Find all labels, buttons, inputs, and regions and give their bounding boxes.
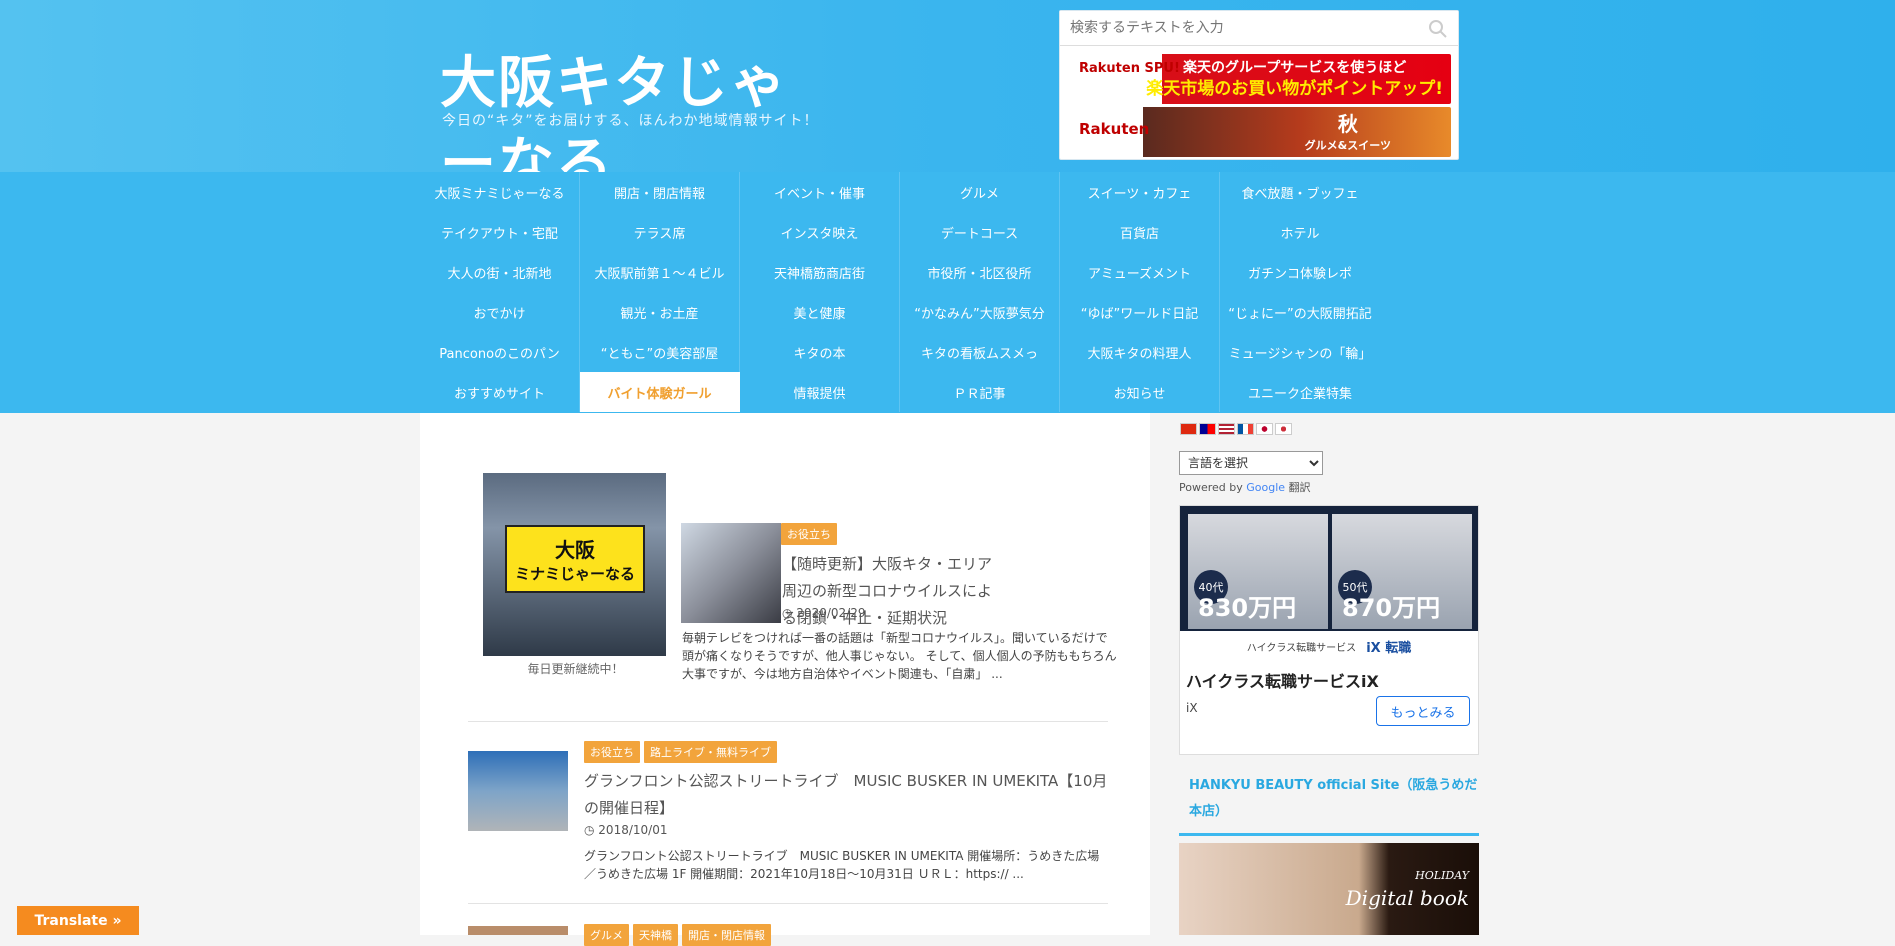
nav-item[interactable]: おでかけ: [420, 292, 580, 332]
site-logo[interactable]: 大阪キタじゃーなる 今日の“キタ”をお届けする、ほんわか地域情報サイト！: [440, 18, 840, 197]
ad-panel-40s: 40代 830万円: [1188, 514, 1328, 629]
nav-item[interactable]: 百貨店: [1060, 212, 1220, 252]
post-item: グルメ 天神橋 開店・閉店情報: [420, 413, 1150, 946]
advertisement[interactable]: 40代 830万円 50代 870万円 ハイクラス転職サービス iX 転職 ハイ…: [1179, 505, 1479, 755]
nav-item[interactable]: グルメ: [900, 172, 1060, 212]
nav-item[interactable]: “かなみん”大阪夢気分: [900, 292, 1060, 332]
post-thumbnail[interactable]: [468, 926, 568, 935]
search-input[interactable]: [1060, 11, 1458, 46]
main-content: 大阪 ミナミじゃーなる 毎日更新継続中！ お役立ち 【随時更新】大阪キタ・エリア…: [420, 413, 1150, 946]
sidebar: 言語を選択 Powered by Google 翻訳 40代 830万円 50代…: [1170, 413, 1480, 935]
nav-item[interactable]: キタの本: [740, 332, 900, 372]
nav-item[interactable]: おすすめサイト: [420, 372, 580, 412]
nav-item[interactable]: バイト体験ガール: [580, 372, 740, 412]
rakuten-spu-banner[interactable]: Rakuten SPU! 楽天のグループサービスを使うほど 楽天市場のお買い物が…: [1071, 54, 1451, 104]
banner-title: 秋: [1337, 112, 1358, 136]
ad-amount: 870万円: [1342, 594, 1441, 622]
nav-item[interactable]: 市役所・北区役所: [900, 252, 1060, 292]
site-header: 大阪キタじゃーなる 今日の“キタ”をお届けする、ほんわか地域情報サイト！ Rak…: [0, 0, 1895, 197]
hankyu-beauty-image[interactable]: HOLIDAY Digital book: [1179, 843, 1479, 935]
banner-subtitle: グルメ&スイーツ: [1304, 139, 1391, 152]
nav-item[interactable]: “ゆば”ワールド日記: [1060, 292, 1220, 332]
nav-item[interactable]: 大阪キタの料理人: [1060, 332, 1220, 372]
translate-link[interactable]: 翻訳: [1289, 481, 1311, 494]
nav-item[interactable]: ミュージシャンの「輪」: [1220, 332, 1380, 372]
nav-item[interactable]: 美と健康: [740, 292, 900, 332]
nav-item[interactable]: 情報提供: [740, 372, 900, 412]
ad-amount: 830万円: [1198, 594, 1297, 622]
site-tagline: 今日の“キタ”をお届けする、ほんわか地域情報サイト！: [442, 113, 819, 129]
banner-line2: 楽天市場のお買い物がポイントアップ!: [1146, 79, 1443, 99]
flag-fr-icon[interactable]: [1237, 423, 1254, 435]
ad-source: iX: [1186, 701, 1198, 715]
nav-item[interactable]: キタの看板ムスメっ: [900, 332, 1060, 372]
flag-us-icon[interactable]: [1218, 423, 1235, 435]
translate-button[interactable]: Translate »: [17, 906, 139, 935]
nav-item[interactable]: デートコース: [900, 212, 1060, 252]
rakuten-autumn-banner[interactable]: Rakuten 秋 グルメ&スイーツ: [1071, 107, 1451, 157]
hankyu-digital-book-text: HOLIDAY Digital book: [1346, 865, 1469, 909]
nav-item[interactable]: 大阪駅前第１～４ビル: [580, 252, 740, 292]
nav-item[interactable]: テラス席: [580, 212, 740, 252]
nav-item[interactable]: ＰＲ記事: [900, 372, 1060, 412]
nav-item[interactable]: お知らせ: [1060, 372, 1220, 412]
language-select[interactable]: 言語を選択: [1179, 451, 1323, 475]
nav-item[interactable]: テイクアウト・宅配: [420, 212, 580, 252]
banner-promo: 秋 グルメ&スイーツ: [1305, 113, 1391, 157]
category-nav: 大阪ミナミじゃーなる 開店・閉店情報 イベント・催事 グルメ スイーツ・カフェ 食べ放題・…: [0, 172, 1895, 413]
ad-service-bar: ハイクラス転職サービス iX 転職: [1180, 631, 1478, 661]
search-widget: Rakuten SPU! 楽天のグループサービスを使うほど 楽天市場のお買い物が…: [1059, 10, 1459, 160]
language-flags: [1180, 423, 1292, 435]
ad-service-brand: iX 転職: [1366, 640, 1412, 656]
banner-line1: 楽天のグループサービスを使うほど: [1183, 60, 1407, 76]
powered-by-text: Powered by: [1179, 481, 1243, 494]
nav-item[interactable]: ホテル: [1220, 212, 1380, 252]
category-tag[interactable]: 天神橋: [633, 924, 678, 946]
ad-more-button[interactable]: もっとみる: [1376, 696, 1470, 726]
flag-kr-icon[interactable]: [1275, 423, 1292, 435]
nav-item[interactable]: アミューズメント: [1060, 252, 1220, 292]
nav-item[interactable]: イベント・催事: [740, 172, 900, 212]
post-categories: グルメ 天神橋 開店・閉店情報: [584, 924, 771, 946]
nav-item[interactable]: “じょにー”の大阪開拓記: [1220, 292, 1380, 332]
banner-brand: Rakuten: [1079, 120, 1150, 138]
category-tag[interactable]: 開店・閉店情報: [682, 924, 771, 946]
nav-item[interactable]: 大阪ミナミじゃーなる: [420, 172, 580, 212]
nav-item[interactable]: 大人の街・北新地: [420, 252, 580, 292]
nav-grid: 大阪ミナミじゃーなる 開店・閉店情報 イベント・催事 グルメ スイーツ・カフェ 食べ放題・…: [420, 172, 1380, 412]
nav-item[interactable]: ガチンコ体験レポ: [1220, 252, 1380, 292]
sidebar-divider: [1179, 833, 1479, 836]
hankyu-beauty-link[interactable]: HANKYU BEAUTY official Site（阪急うめだ本店）: [1189, 773, 1479, 825]
search-icon[interactable]: [1428, 19, 1448, 39]
google-logo: Google: [1246, 481, 1286, 494]
ad-panel-50s: 50代 870万円: [1332, 514, 1472, 629]
ad-service-line: ハイクラス転職サービス: [1246, 642, 1357, 654]
ad-image[interactable]: 40代 830万円 50代 870万円 ハイクラス転職サービス iX 転職: [1180, 506, 1478, 661]
nav-item[interactable]: 食べ放題・ブッフェ: [1220, 172, 1380, 212]
nav-item[interactable]: 天神橋筋商店街: [740, 252, 900, 292]
flag-cn-icon[interactable]: [1180, 423, 1197, 435]
category-tag[interactable]: グルメ: [584, 924, 629, 946]
banner-promo: 楽天のグループサービスを使うほど 楽天市場のお買い物がポイントアップ!: [1146, 58, 1443, 100]
ad-title[interactable]: ハイクラス転職サービスiX: [1186, 668, 1379, 692]
nav-item[interactable]: インスタ映え: [740, 212, 900, 252]
nav-item[interactable]: ユニーク企業特集: [1220, 372, 1380, 412]
flag-jp-icon[interactable]: [1256, 423, 1273, 435]
powered-by-google: Powered by Google 翻訳: [1179, 479, 1311, 495]
nav-item[interactable]: “ともこ”の美容部屋: [580, 332, 740, 372]
hankyu-book-text: Digital book: [1345, 886, 1469, 910]
flag-tw-icon[interactable]: [1199, 423, 1216, 435]
nav-item[interactable]: 観光・お土産: [580, 292, 740, 332]
hankyu-holiday-text: HOLIDAY: [1415, 869, 1469, 882]
nav-item[interactable]: Panconoのこのパン: [420, 332, 580, 372]
nav-item[interactable]: スイーツ・カフェ: [1060, 172, 1220, 212]
nav-item[interactable]: 開店・閉店情報: [580, 172, 740, 212]
